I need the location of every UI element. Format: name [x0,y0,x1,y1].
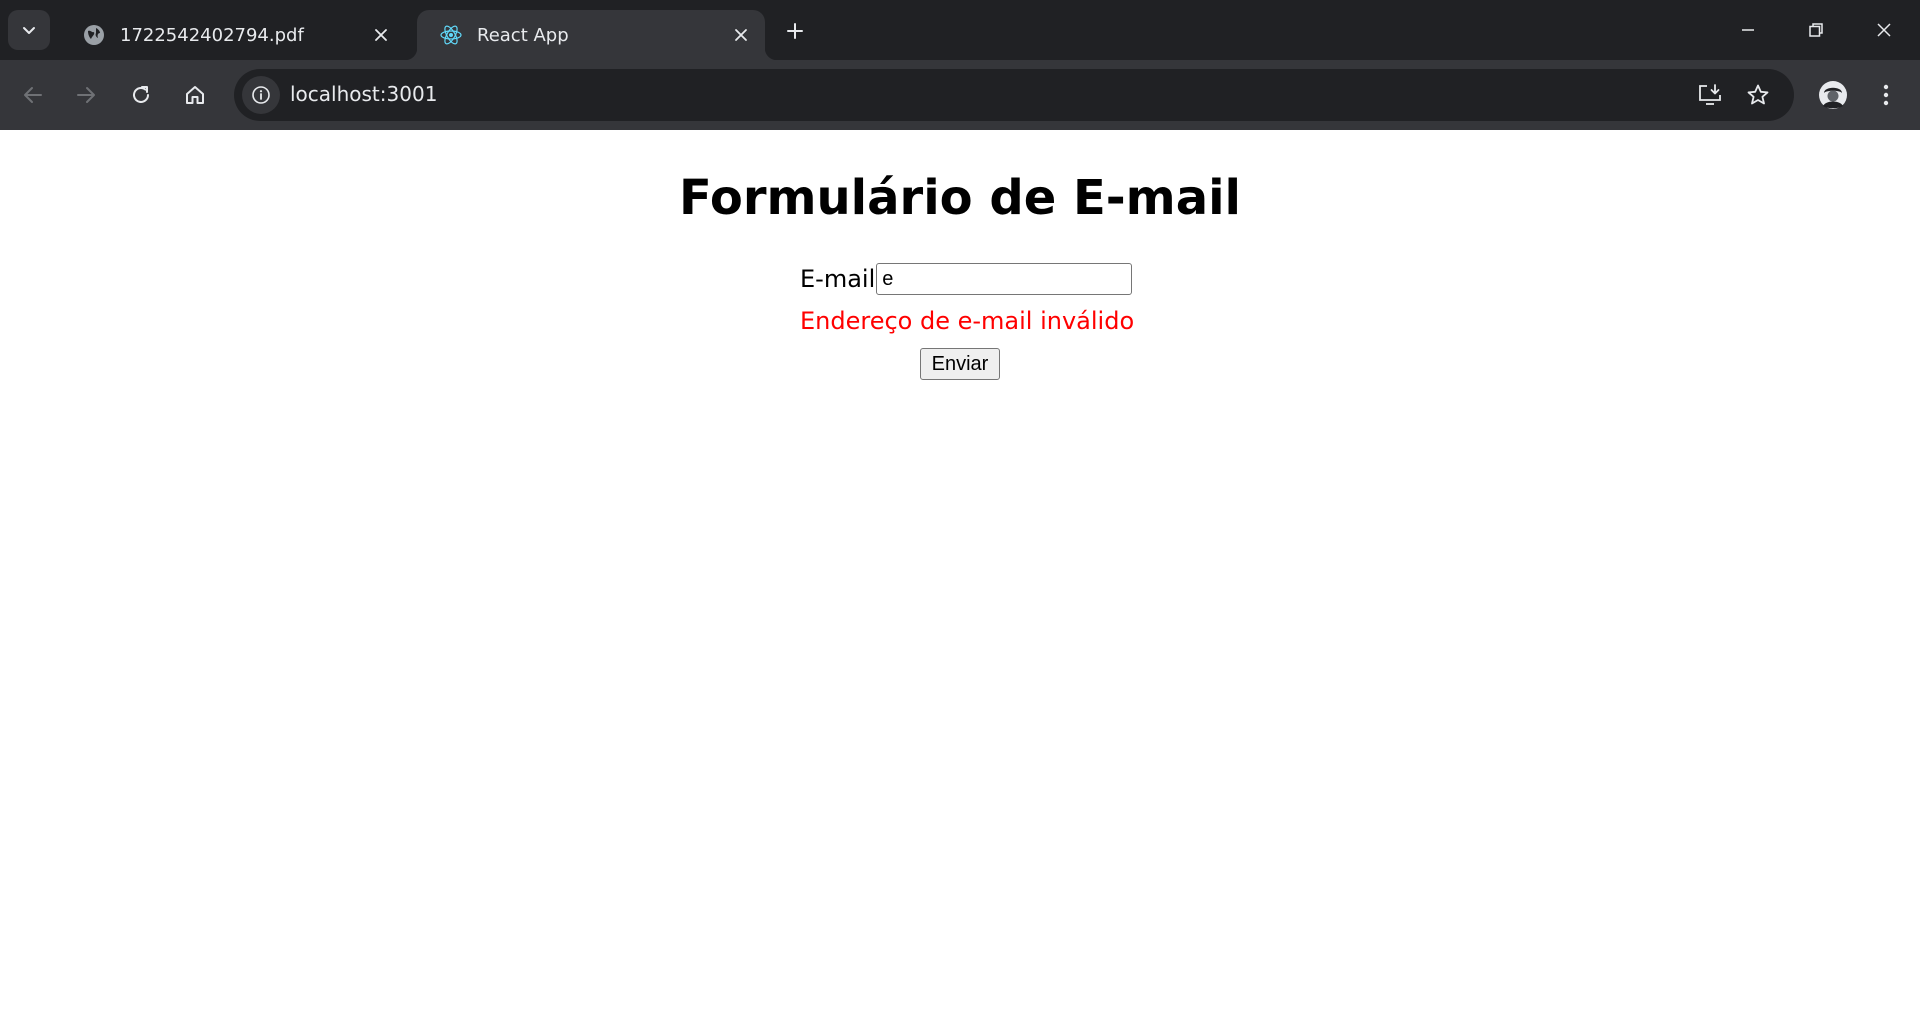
profile-button[interactable] [1813,75,1853,115]
chevron-down-icon [23,27,35,34]
bookmark-button[interactable] [1744,81,1772,109]
react-logo-icon [439,23,463,47]
reload-button[interactable] [121,75,161,115]
submit-button[interactable]: Enviar [920,348,1000,380]
avatar [1819,81,1847,109]
restore-icon [1809,23,1823,37]
info-icon [252,86,270,104]
site-info-button[interactable] [242,76,280,114]
close-tab-icon[interactable] [367,21,395,49]
minimize-button[interactable] [1714,0,1782,60]
close-window-button[interactable] [1850,0,1918,60]
tab-search-button[interactable] [8,10,50,50]
tab-title: React App [477,24,569,46]
tab-title: 1722542402794.pdf [120,24,304,46]
email-label: E-mail [800,265,876,293]
home-button[interactable] [175,75,215,115]
browser-menu-button[interactable] [1866,75,1906,115]
email-input[interactable] [876,263,1133,295]
restore-button[interactable] [1782,0,1850,60]
tab-react-app[interactable]: React App [405,10,777,60]
forward-button[interactable] [66,75,106,115]
tab-strip: 1722542402794.pdf React App [0,0,1920,60]
page-viewport: Formulário de E-mail E-mail Endereço de … [0,130,1920,1034]
browser-toolbar: localhost:3001 [0,60,1920,130]
url-text[interactable]: localhost:3001 [290,82,437,106]
email-form-app: Formulário de E-mail [0,170,1920,226]
home-icon [186,86,204,104]
minimize-icon [1742,29,1754,31]
reload-icon [133,86,149,103]
new-tab-button[interactable] [780,16,810,46]
star-icon [1747,84,1769,105]
more-vertical-icon [1883,84,1889,106]
error-message: Endereço de e-mail inválido [800,307,1135,335]
arrow-right-icon [77,87,95,103]
email-field-row: E-mail [800,262,1134,296]
plus-icon [787,23,803,39]
page-title: Formulário de E-mail [679,170,1241,226]
close-icon [1877,23,1891,37]
tab-pdf[interactable]: 1722542402794.pdf [60,10,405,60]
email-form: E-mail Endereço de e-mail inválido [800,262,1134,337]
submit-wrapper: Enviar [920,348,1000,380]
close-tab-icon[interactable] [727,21,755,49]
back-button[interactable] [13,75,53,115]
address-bar[interactable]: localhost:3001 [234,69,1794,121]
globe-icon [82,23,106,47]
arrow-left-icon [24,87,42,103]
install-app-icon [1699,84,1721,105]
install-app-button[interactable] [1696,81,1724,109]
